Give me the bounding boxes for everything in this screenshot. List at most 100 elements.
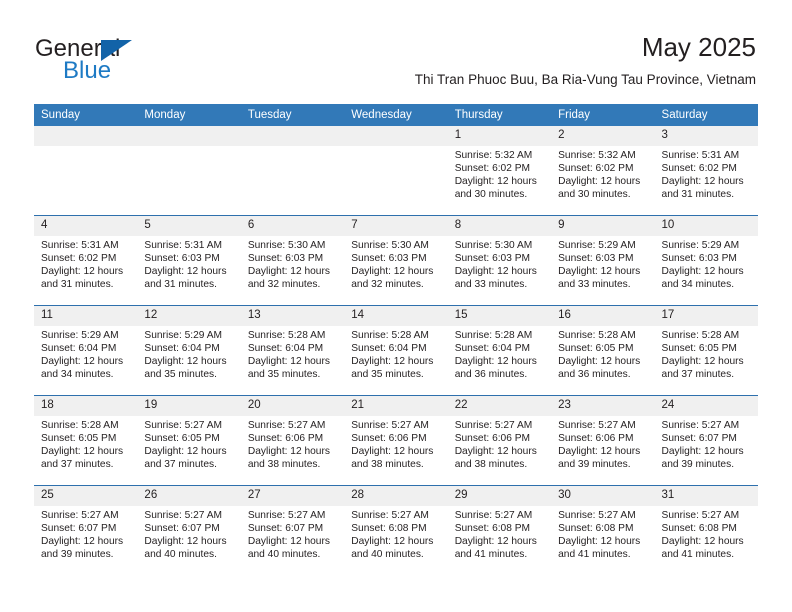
day-cell[interactable]: 2 Sunrise: 5:32 AM Sunset: 6:02 PM Dayli… (551, 126, 655, 216)
sunset-text: Sunset: 6:02 PM (558, 163, 634, 175)
location-subtitle: Thi Tran Phuoc Buu, Ba Ria-Vung Tau Prov… (414, 72, 756, 87)
daylight-text-line1: Daylight: 12 hours (454, 446, 537, 458)
day-cell[interactable] (240, 126, 345, 216)
day-number: 15 (447, 306, 552, 326)
day-cell[interactable]: 10 Sunrise: 5:29 AM Sunset: 6:03 PM Dayl… (654, 215, 758, 306)
day-cell[interactable] (344, 126, 448, 216)
sunset-text: Sunset: 6:08 PM (351, 523, 427, 535)
daylight-text-line1: Daylight: 12 hours (144, 266, 227, 278)
day-number: 6 (240, 216, 345, 236)
sunrise-text: Sunrise: 5:27 AM (351, 420, 429, 431)
day-cell[interactable]: 15 Sunrise: 5:28 AM Sunset: 6:04 PM Dayl… (447, 305, 552, 396)
day-cell[interactable]: 4 Sunrise: 5:31 AM Sunset: 6:02 PM Dayli… (34, 215, 138, 306)
daylight-text-line2: and 39 minutes. (41, 549, 114, 561)
sunset-text: Sunset: 6:02 PM (661, 163, 737, 175)
day-cell[interactable]: 23 Sunrise: 5:27 AM Sunset: 6:06 PM Dayl… (551, 395, 655, 486)
daylight-text-line1: Daylight: 12 hours (247, 356, 330, 368)
day-cell[interactable]: 25 Sunrise: 5:27 AM Sunset: 6:07 PM Dayl… (34, 485, 138, 575)
daylight-text-line1: Daylight: 12 hours (661, 356, 744, 368)
day-cell[interactable]: 27 Sunrise: 5:27 AM Sunset: 6:07 PM Dayl… (240, 485, 345, 575)
day-cell[interactable]: 18 Sunrise: 5:28 AM Sunset: 6:05 PM Dayl… (34, 395, 138, 486)
sunrise-text: Sunrise: 5:28 AM (454, 330, 533, 341)
daylight-text-line2: and 39 minutes. (558, 459, 631, 471)
day-cell[interactable]: 8 Sunrise: 5:30 AM Sunset: 6:03 PM Dayli… (447, 215, 552, 306)
day-cell[interactable]: 29 Sunrise: 5:27 AM Sunset: 6:08 PM Dayl… (447, 485, 552, 575)
day-cell[interactable]: 13 Sunrise: 5:28 AM Sunset: 6:04 PM Dayl… (240, 305, 345, 396)
day-cell[interactable]: 28 Sunrise: 5:27 AM Sunset: 6:08 PM Dayl… (344, 485, 448, 575)
daylight-text-line2: and 38 minutes. (351, 459, 424, 471)
week-row: 4 Sunrise: 5:31 AM Sunset: 6:02 PM Dayli… (34, 215, 758, 306)
daylight-text-line2: and 40 minutes. (247, 549, 321, 561)
day-details: Sunrise: 5:31 AM Sunset: 6:02 PM Dayligh… (34, 236, 137, 291)
day-cell[interactable]: 7 Sunrise: 5:30 AM Sunset: 6:03 PM Dayli… (344, 215, 448, 306)
daylight-text-line2: and 33 minutes. (454, 279, 528, 291)
day-details: Sunrise: 5:30 AM Sunset: 6:03 PM Dayligh… (448, 236, 551, 291)
sunset-text: Sunset: 6:03 PM (454, 253, 531, 265)
day-cell[interactable] (137, 126, 241, 216)
general-blue-logo[interactable]: General Blue (35, 36, 235, 88)
day-number: 3 (654, 126, 758, 146)
weekday-header-friday: Friday (551, 104, 655, 126)
day-cell[interactable] (34, 126, 138, 216)
day-cell[interactable]: 3 Sunrise: 5:31 AM Sunset: 6:02 PM Dayli… (654, 126, 758, 216)
day-cell[interactable]: 30 Sunrise: 5:27 AM Sunset: 6:08 PM Dayl… (551, 485, 655, 575)
daylight-text-line1: Daylight: 12 hours (144, 356, 227, 368)
day-number: 19 (137, 396, 241, 416)
title-block: May 2025 Thi Tran Phuoc Buu, Ba Ria-Vung… (415, 32, 756, 88)
sunset-text: Sunset: 6:04 PM (144, 343, 220, 355)
day-cell[interactable]: 9 Sunrise: 5:29 AM Sunset: 6:03 PM Dayli… (551, 215, 655, 306)
daylight-text-line2: and 41 minutes. (454, 549, 528, 561)
day-cell[interactable]: 20 Sunrise: 5:27 AM Sunset: 6:06 PM Dayl… (240, 395, 345, 486)
day-cell[interactable]: 31 Sunrise: 5:27 AM Sunset: 6:08 PM Dayl… (654, 485, 758, 575)
day-details: Sunrise: 5:29 AM Sunset: 6:03 PM Dayligh… (655, 236, 758, 291)
daylight-text-line1: Daylight: 12 hours (558, 176, 641, 188)
sunrise-text: Sunrise: 5:28 AM (351, 330, 429, 341)
day-number: 8 (447, 216, 552, 236)
day-number: 21 (344, 396, 448, 416)
day-cell[interactable]: 1 Sunrise: 5:32 AM Sunset: 6:02 PM Dayli… (447, 126, 552, 216)
daylight-text-line1: Daylight: 12 hours (41, 536, 124, 548)
day-number: 5 (137, 216, 241, 236)
sunrise-text: Sunrise: 5:29 AM (558, 240, 636, 251)
week-row: 18 Sunrise: 5:28 AM Sunset: 6:05 PM Dayl… (34, 395, 758, 486)
sunset-text: Sunset: 6:06 PM (351, 433, 427, 445)
day-cell[interactable]: 16 Sunrise: 5:28 AM Sunset: 6:05 PM Dayl… (551, 305, 655, 396)
daylight-text-line1: Daylight: 12 hours (558, 266, 641, 278)
sunrise-text: Sunrise: 5:28 AM (558, 330, 636, 341)
daylight-text-line2: and 34 minutes. (41, 369, 114, 381)
day-cell[interactable]: 24 Sunrise: 5:27 AM Sunset: 6:07 PM Dayl… (654, 395, 758, 486)
sunset-text: Sunset: 6:04 PM (41, 343, 117, 355)
sunrise-text: Sunrise: 5:29 AM (41, 330, 119, 341)
daylight-text-line1: Daylight: 12 hours (144, 446, 227, 458)
sunset-text: Sunset: 6:07 PM (661, 433, 737, 445)
day-cell[interactable]: 14 Sunrise: 5:28 AM Sunset: 6:04 PM Dayl… (344, 305, 448, 396)
sunset-text: Sunset: 6:07 PM (144, 523, 220, 535)
day-cell[interactable]: 26 Sunrise: 5:27 AM Sunset: 6:07 PM Dayl… (137, 485, 241, 575)
day-cell[interactable]: 21 Sunrise: 5:27 AM Sunset: 6:06 PM Dayl… (344, 395, 448, 486)
day-cell[interactable]: 5 Sunrise: 5:31 AM Sunset: 6:03 PM Dayli… (137, 215, 241, 306)
day-cell[interactable]: 11 Sunrise: 5:29 AM Sunset: 6:04 PM Dayl… (34, 305, 138, 396)
sunrise-text: Sunrise: 5:32 AM (454, 150, 533, 161)
sunset-text: Sunset: 6:05 PM (558, 343, 634, 355)
day-cell[interactable]: 6 Sunrise: 5:30 AM Sunset: 6:03 PM Dayli… (240, 215, 345, 306)
week-row: 1 Sunrise: 5:32 AM Sunset: 6:02 PM Dayli… (34, 126, 758, 216)
sunset-text: Sunset: 6:06 PM (247, 433, 324, 445)
daylight-text-line2: and 32 minutes. (247, 279, 321, 291)
weekday-header-saturday: Saturday (654, 104, 758, 126)
day-details: Sunrise: 5:30 AM Sunset: 6:03 PM Dayligh… (344, 236, 447, 291)
daylight-text-line2: and 31 minutes. (661, 189, 735, 201)
daylight-text-line1: Daylight: 12 hours (351, 536, 434, 548)
day-details: Sunrise: 5:27 AM Sunset: 6:07 PM Dayligh… (34, 506, 137, 561)
day-cell[interactable]: 12 Sunrise: 5:29 AM Sunset: 6:04 PM Dayl… (137, 305, 241, 396)
day-cell[interactable]: 22 Sunrise: 5:27 AM Sunset: 6:06 PM Dayl… (447, 395, 552, 486)
daylight-text-line2: and 37 minutes. (144, 459, 217, 471)
daylight-text-line2: and 36 minutes. (454, 369, 528, 381)
daylight-text-line2: and 30 minutes. (558, 189, 631, 201)
day-cell[interactable]: 19 Sunrise: 5:27 AM Sunset: 6:05 PM Dayl… (137, 395, 241, 486)
sunrise-text: Sunrise: 5:27 AM (247, 510, 326, 521)
day-cell[interactable]: 17 Sunrise: 5:28 AM Sunset: 6:05 PM Dayl… (654, 305, 758, 396)
day-number: 24 (654, 396, 758, 416)
day-details (34, 146, 137, 149)
sunrise-text: Sunrise: 5:28 AM (247, 330, 326, 341)
weekday-header-wednesday: Wednesday (344, 104, 448, 126)
